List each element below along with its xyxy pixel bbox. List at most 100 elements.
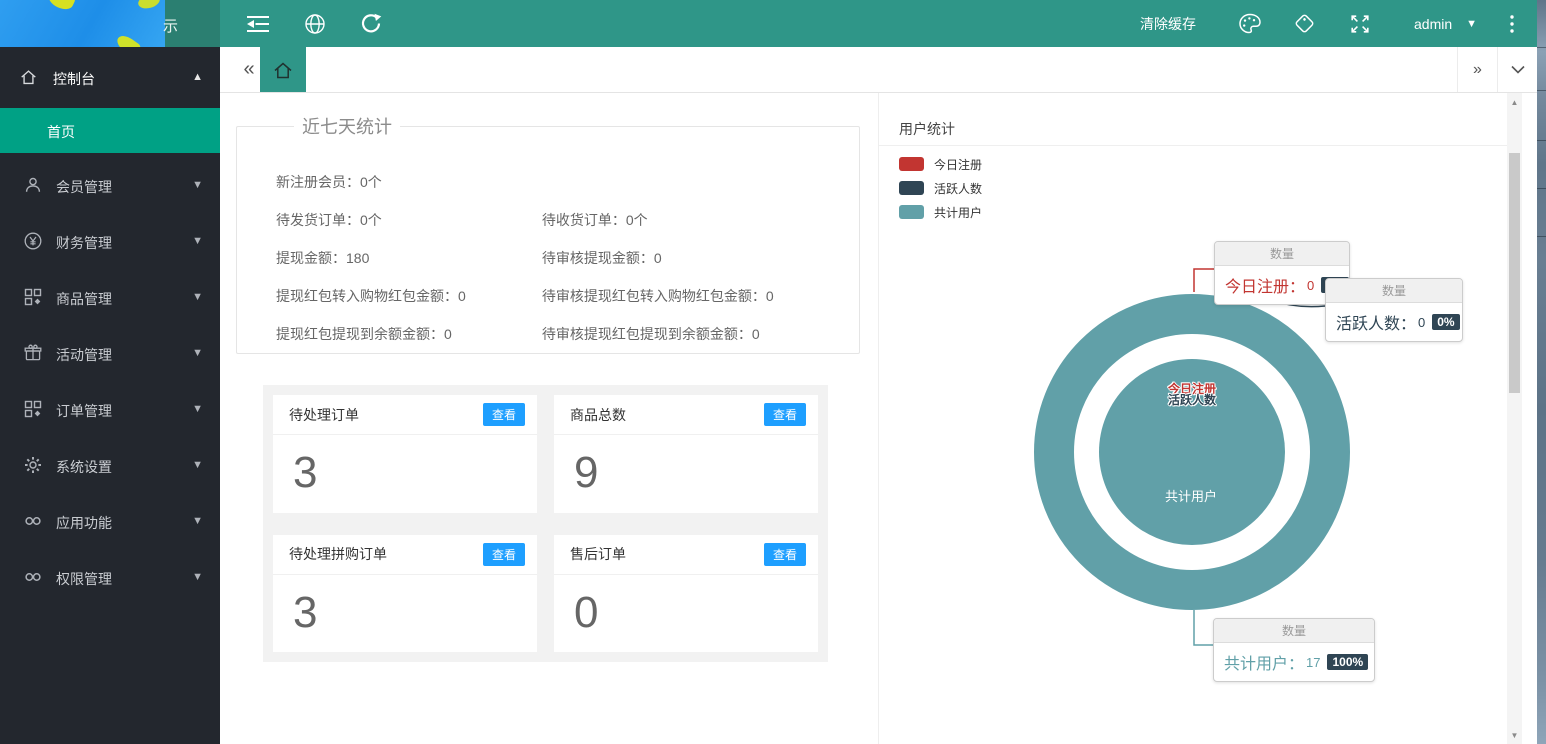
sidebar-item-app-functions[interactable]: 应用功能 ▼ bbox=[0, 493, 220, 549]
stat-row: 提现红包提现到余额金额：0 待审核提现红包提现到余额金额：0 bbox=[276, 315, 859, 353]
tabs-scroll-right-button[interactable]: » bbox=[1457, 47, 1497, 92]
scrollbar-up-arrow[interactable]: ▲ bbox=[1507, 95, 1522, 109]
window-edge-strip bbox=[1537, 0, 1546, 744]
seven-day-stats-title: 近七天统计 bbox=[294, 113, 400, 139]
caret-down-icon: ▼ bbox=[1466, 18, 1477, 30]
sidebar-item-console[interactable]: 控制台 ▲ bbox=[0, 55, 220, 101]
callout-label: 活跃人数： bbox=[1336, 310, 1416, 334]
summary-cards-section: 待处理订单 查看 3 商品总数 查看 9 待处理拼购订单 查看 3 bbox=[263, 385, 828, 662]
sidebar-item-label: 商品管理 bbox=[56, 289, 112, 309]
stat-value: 待审核提现红包提现到余额金额：0 bbox=[542, 315, 760, 353]
card-total-products: 商品总数 查看 9 bbox=[554, 395, 818, 513]
card-title: 商品总数 bbox=[570, 405, 626, 425]
callout-header: 数量 bbox=[1215, 242, 1349, 266]
card-value: 9 bbox=[554, 435, 818, 495]
donut-inner-pie[interactable] bbox=[1099, 359, 1285, 545]
card-value: 3 bbox=[273, 435, 537, 495]
content-scrollbar[interactable]: ▲ ▼ bbox=[1507, 93, 1522, 744]
leader-line-today bbox=[1194, 269, 1214, 292]
fullscreen-icon[interactable] bbox=[1346, 0, 1374, 47]
leader-line-total bbox=[1194, 610, 1213, 645]
link-icon bbox=[24, 512, 42, 530]
sidebar-item-members[interactable]: 会员管理 ▼ bbox=[0, 157, 220, 213]
tab-home-active[interactable] bbox=[260, 47, 306, 92]
collapse-menu-icon[interactable] bbox=[244, 0, 272, 47]
main-content: 近七天统计 新注册会员：0个 待发货订单：0个 待收货订单：0个 提现金额：18… bbox=[220, 93, 1522, 744]
callout-value: 0 bbox=[1307, 278, 1314, 293]
sidebar-item-label: 系统设置 bbox=[56, 457, 112, 477]
sidebar-item-label: 会员管理 bbox=[56, 177, 112, 197]
home-icon bbox=[272, 60, 294, 80]
tabs-dropdown-button[interactable] bbox=[1497, 47, 1537, 92]
caret-down-icon: ▼ bbox=[192, 459, 203, 471]
tag-icon[interactable] bbox=[1290, 0, 1318, 47]
sidebar-item-orders[interactable]: 订单管理 ▼ bbox=[0, 381, 220, 437]
leaf-decoration bbox=[114, 32, 142, 47]
view-button[interactable]: 查看 bbox=[764, 543, 806, 566]
sidebar-item-permissions[interactable]: 权限管理 ▼ bbox=[0, 549, 220, 605]
stat-value: 待审核提现红包转入购物红包金额：0 bbox=[542, 277, 774, 315]
stat-value: 提现红包提现到余额金额：0 bbox=[276, 315, 538, 353]
sidebar: 控制台 ▲ 首页 会员管理 ▼ 财务管理 ▼ 商品管理 ▼ bbox=[0, 47, 220, 744]
view-button[interactable]: 查看 bbox=[483, 543, 525, 566]
sidebar-item-settings[interactable]: 系统设置 ▼ bbox=[0, 437, 220, 493]
sidebar-item-label: 首页 bbox=[47, 122, 75, 142]
sidebar-item-label: 应用功能 bbox=[56, 513, 112, 533]
caret-down-icon: ▼ bbox=[192, 179, 203, 191]
refresh-icon[interactable] bbox=[358, 0, 384, 47]
caret-down-icon: ▼ bbox=[192, 403, 203, 415]
stat-value: 提现红包转入购物红包金额：0 bbox=[276, 277, 538, 315]
sidebar-menu: 会员管理 ▼ 财务管理 ▼ 商品管理 ▼ 活动管理 bbox=[0, 157, 220, 605]
sidebar-item-label: 订单管理 bbox=[56, 401, 112, 421]
sidebar-item-label: 财务管理 bbox=[56, 233, 112, 253]
stat-value: 待发货订单：0个 bbox=[276, 201, 538, 239]
callout-label: 今日注册： bbox=[1225, 273, 1305, 297]
sidebar-item-activities[interactable]: 活动管理 ▼ bbox=[0, 325, 220, 381]
stat-row: 新注册会员：0个 bbox=[276, 163, 859, 201]
globe-icon[interactable] bbox=[302, 0, 328, 47]
stat-value: 新注册会员：0个 bbox=[276, 163, 538, 201]
user-menu[interactable]: admin ▼ bbox=[1414, 0, 1477, 47]
home-icon bbox=[20, 69, 37, 86]
yen-icon bbox=[24, 232, 42, 250]
clear-cache-button[interactable]: 清除缓存 bbox=[1140, 0, 1196, 47]
stat-row: 待发货订单：0个 待收货订单：0个 bbox=[276, 201, 859, 239]
percent-badge: 0% bbox=[1432, 314, 1459, 330]
view-button[interactable]: 查看 bbox=[764, 403, 806, 426]
caret-down-icon: ▼ bbox=[192, 571, 203, 583]
top-navbar: 示 清除缓存 bbox=[0, 0, 1537, 47]
sidebar-item-label: 活动管理 bbox=[56, 345, 112, 365]
card-pending-groupbuy-orders: 待处理拼购订单 查看 3 bbox=[273, 535, 537, 653]
theme-palette-icon[interactable] bbox=[1236, 0, 1264, 47]
sidebar-item-finance[interactable]: 财务管理 ▼ bbox=[0, 213, 220, 269]
callout-active: 数量 活跃人数： 0 0% bbox=[1325, 278, 1463, 342]
callout-label: 共计用户： bbox=[1224, 650, 1304, 674]
more-options-icon[interactable] bbox=[1500, 0, 1524, 47]
sidebar-item-home-active[interactable]: 首页 bbox=[0, 108, 220, 153]
site-title-partial: 示 bbox=[163, 15, 178, 36]
grid-icon bbox=[24, 288, 42, 306]
caret-up-icon: ▲ bbox=[192, 71, 203, 83]
callout-header: 数量 bbox=[1214, 619, 1374, 643]
view-button[interactable]: 查看 bbox=[483, 403, 525, 426]
sidebar-item-products[interactable]: 商品管理 ▼ bbox=[0, 269, 220, 325]
grid-icon bbox=[24, 400, 42, 418]
donut-chart[interactable] bbox=[879, 93, 1523, 744]
scrollbar-down-arrow[interactable]: ▼ bbox=[1507, 728, 1522, 742]
logo-bar: 示 bbox=[0, 0, 220, 47]
callout-value: 17 bbox=[1306, 655, 1320, 670]
card-title: 待处理订单 bbox=[289, 405, 359, 425]
stat-row: 提现红包转入购物红包金额：0 待审核提现红包转入购物红包金额：0 bbox=[276, 277, 859, 315]
leaf-decoration bbox=[46, 0, 76, 13]
caret-down-icon: ▼ bbox=[192, 515, 203, 527]
sidebar-item-label: 控制台 bbox=[53, 69, 95, 89]
seven-day-stats-panel: 近七天统计 新注册会员：0个 待发货订单：0个 待收货订单：0个 提现金额：18… bbox=[236, 113, 860, 354]
user-stats-panel: 用户统计 今日注册 活跃人数 共计用户 今日注册 活跃人数 共计 bbox=[878, 93, 1522, 744]
callout-total: 数量 共计用户： 17 100% bbox=[1213, 618, 1375, 682]
username: admin bbox=[1414, 16, 1452, 32]
card-title: 待处理拼购订单 bbox=[289, 544, 387, 564]
sidebar-item-label: 权限管理 bbox=[56, 569, 112, 589]
card-title: 售后订单 bbox=[570, 544, 626, 564]
scrollbar-thumb[interactable] bbox=[1509, 153, 1520, 393]
percent-badge: 100% bbox=[1327, 654, 1368, 670]
